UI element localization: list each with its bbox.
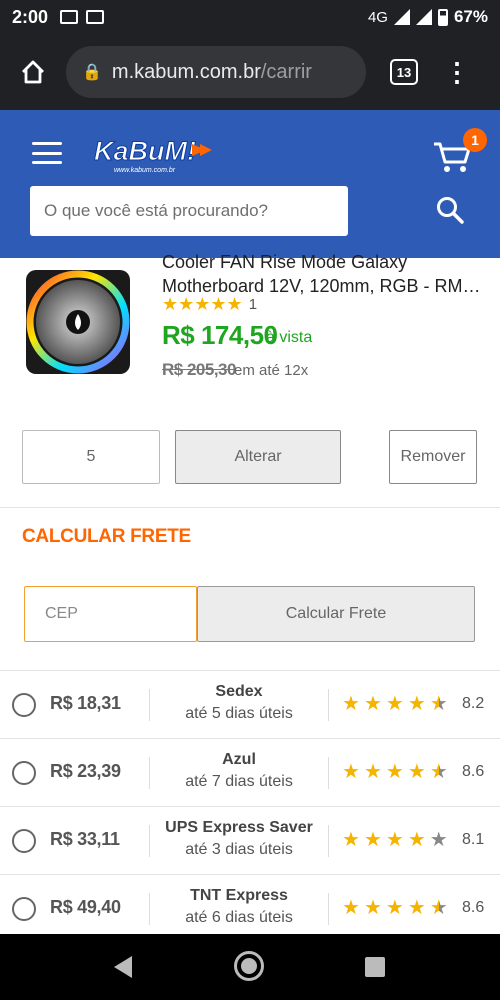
update-quantity-button[interactable]: Alterar [175,430,341,484]
cep-input[interactable] [24,586,197,642]
remove-item-button[interactable]: Remover [389,430,477,484]
url-host: m.kabum.com.br [111,60,261,83]
column-separator [328,689,329,721]
svg-text:www.kabum.com.br: www.kabum.com.br [114,167,176,174]
hamburger-menu-icon[interactable] [32,142,62,164]
star-icon: ★ [342,897,360,919]
star-icon: ★ [385,693,404,715]
cell-signal-icon [393,9,410,25]
shipping-rating-stars: ★ ★ ★ ★ ★ [342,691,448,716]
kabum-logo[interactable]: KaBuM! www.kabum.com.br [92,132,212,176]
star-icon: ★ [407,761,426,783]
battery-level: 67% [453,7,488,26]
recent-apps-icon[interactable] [365,957,385,977]
product-price: R$ 174,50 [162,320,278,350]
column-separator [328,757,329,789]
shipping-option-row[interactable]: R$ 18,31 Sedex até 5 dias úteis ★ ★ ★ ★ ★ 8.2 [0,670,500,738]
shipping-option-row[interactable]: R$ 23,39 Azul até 7 dias úteis ★ ★ ★ ★ ★ 8.6 [0,738,500,806]
url-path: /carrir [260,60,312,83]
shipping-radio[interactable] [12,693,36,717]
shipping-carrier-name: TNT Express [190,887,288,904]
lock-icon: 🔒 [82,64,102,81]
star-icon: ★ [342,829,360,851]
cart-count-badge: 1 [463,128,487,152]
price-note: à vista [266,329,313,346]
column-separator [328,825,329,857]
shipping-score: 8.6 [462,899,485,916]
search-input[interactable] [30,186,348,236]
star-icon: ★ [385,829,404,851]
shipping-radio[interactable] [12,897,36,921]
rating-stars-icon: ★★★★★ [162,294,243,314]
shipping-rating-stars: ★ ★ ★ ★ ★ [342,759,448,784]
browser-menu-button[interactable]: ⋮ [444,59,470,85]
svg-text:KaBuM!: KaBuM! [94,136,196,166]
star-icon: ★ [342,693,360,715]
shipping-price: R$ 33,11 [50,829,120,849]
shipping-rating-stars: ★ ★ ★ ★ ★ [342,827,448,852]
address-bar[interactable]: 🔒 m.kabum.com.br/carrir [66,46,366,98]
system-nav-bar [0,934,500,1000]
back-icon[interactable] [114,956,132,978]
star-icon: ★ [429,897,448,919]
gmail-icon [60,10,79,24]
star-icon: ★ [342,761,360,783]
star-icon: ★ [363,829,382,851]
star-icon: ★ [385,761,404,783]
shipping-option-row[interactable]: R$ 49,40 TNT Express até 6 dias úteis ★ ★ ★ ★ ★… [0,874,500,942]
star-icon: ★ [429,693,448,715]
shipping-eta: até 3 dias úteis [185,841,293,858]
shipping-section-title: CALCULAR FRETE [22,526,191,547]
rating-count: 1 [248,296,258,313]
clock: 2:00 [12,6,49,27]
home-circle-icon[interactable] [234,951,264,981]
star-icon: ★ [407,693,426,715]
shipping-radio[interactable] [12,761,36,785]
star-icon: ★ [363,761,382,783]
shipping-score: 8.1 [462,831,485,848]
shipping-eta: até 6 dias úteis [185,909,293,926]
divider [0,507,500,508]
star-icon: ★ [407,829,426,851]
site-header: KaBuM! www.kabum.com.br 1 [0,110,500,258]
shipping-eta: até 5 dias úteis [185,705,293,722]
quantity-input[interactable] [22,430,160,484]
star-icon: ★ [363,693,382,715]
screenshot-icon [86,10,105,24]
product-rating: ★★★★★ 1 [162,294,257,315]
product-title[interactable]: Cooler FAN Rise Mode Galaxy Motherboard … [162,250,482,298]
star-icon: ★ [363,897,382,919]
star-icon: ★ [429,829,448,851]
shipping-carrier-name: UPS Express Saver [165,819,313,836]
shipping-carrier-name: Sedex [215,683,263,700]
status-bar: 2:00 4G 67% [0,0,500,34]
browser-toolbar: 🔒 m.kabum.com.br/carrir 13 ⋮ [0,34,500,110]
column-separator [328,893,329,925]
wifi-signal-icon [415,9,432,25]
shipping-price: R$ 18,31 [50,693,121,713]
star-icon: ★ [407,897,426,919]
search-icon[interactable] [434,194,466,226]
shipping-carrier-name: Azul [222,751,256,768]
product-image[interactable] [24,268,132,376]
shipping-score: 8.2 [462,695,485,712]
tab-switcher-button[interactable]: 13 [390,59,418,85]
shipping-radio[interactable] [12,829,36,853]
battery-icon [437,8,448,26]
shipping-price: R$ 23,39 [50,761,121,781]
shipping-score: 8.6 [462,763,485,780]
network-type: 4G [367,8,388,26]
star-icon: ★ [385,897,404,919]
star-icon: ★ [429,761,448,783]
home-icon [22,60,44,84]
shipping-rating-stars: ★ ★ ★ ★ ★ [342,895,448,920]
calculate-shipping-button[interactable]: Calcular Frete [197,586,475,642]
shipping-option-row[interactable]: R$ 33,11 UPS Express Saver até 3 dias útei… [0,806,500,874]
shipping-price: R$ 49,40 [50,897,121,917]
shipping-eta: até 7 dias úteis [185,773,293,790]
old-price: R$ 205,30 [162,360,236,379]
home-button[interactable] [14,53,52,91]
installment-text: em até 12x [234,362,309,379]
